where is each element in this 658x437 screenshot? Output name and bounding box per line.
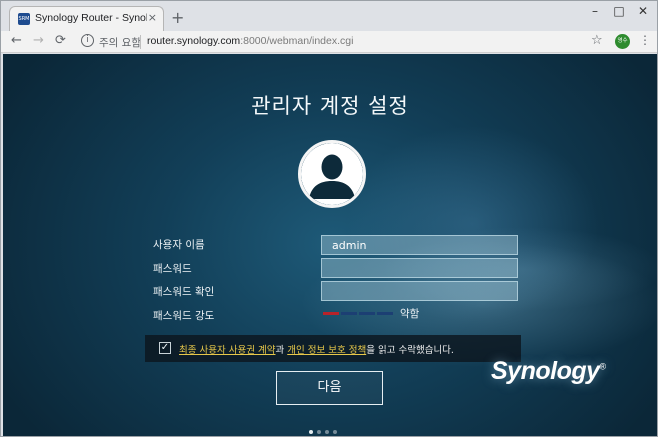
minimize-button[interactable]: – <box>583 1 607 23</box>
tab-close-icon[interactable]: × <box>148 11 157 24</box>
omnibox-divider <box>140 35 141 49</box>
back-button[interactable]: ← <box>11 33 22 48</box>
synology-logo: Synology® <box>491 357 606 386</box>
password-label: 패스워드 <box>153 263 192 275</box>
security-status[interactable]: 주의 요함 <box>99 35 141 50</box>
password-confirm-label: 패스워드 확인 <box>153 286 215 298</box>
password-input[interactable] <box>321 258 518 278</box>
password-strength-label: 패스워드 강도 <box>153 310 215 322</box>
username-input[interactable]: admin <box>321 235 518 255</box>
privacy-policy-link[interactable]: 개인 정보 보호 정책 <box>287 345 366 356</box>
strength-segment <box>359 312 375 315</box>
page-dot[interactable] <box>317 430 321 434</box>
page-dot[interactable] <box>333 430 337 434</box>
strength-segment <box>341 312 357 315</box>
agreement-connector: 과 <box>275 345 288 356</box>
new-tab-button[interactable]: + <box>171 8 184 27</box>
url-path: :8000/webman/index.cgi <box>240 35 354 47</box>
bookmark-star-icon[interactable]: ☆ <box>591 33 603 48</box>
url-host: router.synology.com <box>147 35 241 47</box>
address-bar[interactable]: router.synology.com:8000/webman/index.cg… <box>147 35 353 47</box>
username-label: 사용자 이름 <box>153 239 205 251</box>
user-silhouette-icon <box>301 143 363 205</box>
browser-toolbar: ← → ⟳ i 주의 요함 router.synology.com:8000/w… <box>1 31 657 53</box>
next-button[interactable]: 다음 <box>276 371 383 405</box>
user-avatar-icon <box>298 140 366 208</box>
profile-avatar[interactable]: 영수 <box>615 34 630 49</box>
forward-button[interactable]: → <box>33 33 44 48</box>
logo-text: Synology <box>491 357 600 385</box>
strength-segment <box>323 312 339 315</box>
agreement-bar: ✓ 최종 사용자 사용권 계약과 개인 정보 보호 정책을 읽고 수락했습니다. <box>145 335 521 362</box>
maximize-button[interactable]: □ <box>607 1 631 23</box>
agreement-text: 최종 사용자 사용권 계약과 개인 정보 보호 정책을 읽고 수락했습니다. <box>179 342 454 356</box>
tab-title: Synology Router - SynologyRou <box>35 12 147 24</box>
agreement-checkbox[interactable]: ✓ <box>159 342 171 354</box>
synology-favicon-icon: SRM <box>18 13 30 25</box>
tab-strip: SRM Synology Router - SynologyRou × + – … <box>1 1 657 31</box>
browser-window: SRM Synology Router - SynologyRou × + – … <box>0 0 658 437</box>
browser-tab[interactable]: SRM Synology Router - SynologyRou × <box>9 6 164 31</box>
password-strength-value: 약함 <box>400 308 420 320</box>
password-confirm-input[interactable] <box>321 281 518 301</box>
agreement-suffix: 을 읽고 수락했습니다. <box>366 345 454 356</box>
setup-page: 관리자 계정 설정 사용자 이름 admin 패스워드 패스워드 확인 패스워드… <box>3 54 657 436</box>
strength-segment <box>377 312 393 315</box>
browser-menu-icon[interactable]: ⋮ <box>639 33 651 47</box>
page-dot[interactable] <box>309 430 313 434</box>
close-window-button[interactable]: ✕ <box>631 1 655 23</box>
eula-link[interactable]: 최종 사용자 사용권 계약 <box>179 345 275 356</box>
reload-button[interactable]: ⟳ <box>55 33 66 48</box>
page-title: 관리자 계정 설정 <box>251 94 409 118</box>
info-icon[interactable]: i <box>81 34 94 47</box>
logo-registered-mark: ® <box>599 361 607 372</box>
page-dot[interactable] <box>325 430 329 434</box>
